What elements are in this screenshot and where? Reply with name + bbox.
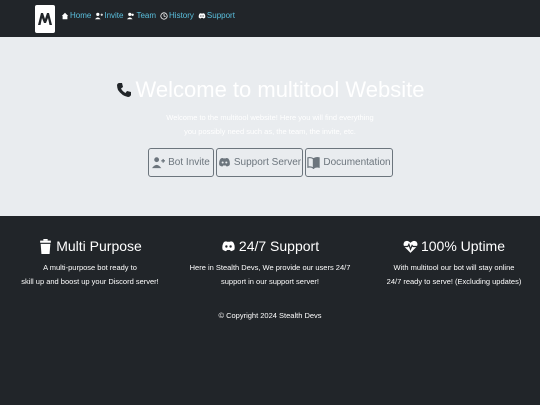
nav-invite[interactable]: Invite (95, 11, 123, 20)
bot-invite-label: Bot Invite (168, 157, 210, 168)
hero-title-text: Welcome to multitool Website (135, 77, 425, 102)
feature-description-line-1: A multi-purpose bot ready to (43, 263, 137, 272)
nav-home[interactable]: Home (61, 11, 91, 20)
nav-team-label: Team (136, 11, 157, 20)
clock-icon (160, 11, 168, 20)
nav-history-label: History (169, 11, 194, 20)
feature-description: A multi-purpose bot ready to skill up an… (0, 261, 180, 289)
nav-links: Home Invite Team History Support (61, 11, 239, 20)
nav-home-label: Home (70, 11, 92, 20)
feature-description-line-2: 24/7 ready to serve! (Excluding updates) (386, 277, 522, 286)
discord-icon (198, 12, 206, 18)
hero-description: Welcome to the multitool website! Here y… (0, 111, 540, 139)
feature-title-text: Multi Purpose (56, 238, 142, 254)
hero-description-line-2: you possibly need such as, the team, the… (184, 127, 356, 136)
trash-icon (40, 238, 52, 254)
feature-description: Here in Stealth Devs, We provide our use… (180, 261, 360, 289)
copyright-text: © Copyright 2024 Stealth Devs (218, 311, 322, 320)
documentation-button[interactable]: Documentation (305, 148, 393, 177)
users-icon (127, 12, 135, 19)
hero-buttons: Bot Invite Support Server Documentation (148, 148, 395, 177)
discord-icon (218, 158, 230, 167)
feature-multi-purpose: Multi Purpose A multi-purpose bot ready … (0, 236, 180, 289)
home-icon (61, 12, 69, 19)
nav-history[interactable]: History (160, 11, 194, 20)
book-icon (307, 156, 321, 169)
bot-invite-button[interactable]: Bot Invite (148, 148, 214, 177)
feature-description-line-2: support in our support server! (221, 277, 319, 286)
site-logo[interactable] (35, 5, 55, 33)
heart-pulse-icon (403, 240, 418, 253)
phone-icon (116, 83, 131, 97)
feature-support: 24/7 Support Here in Stealth Devs, We pr… (180, 236, 360, 289)
feature-title: Multi Purpose (0, 236, 180, 256)
feature-uptime: 100% Uptime With multitool our bot will … (364, 236, 540, 289)
feature-description: With multitool our bot will stay online … (364, 261, 540, 289)
feature-description-line-2: skill up and boost up your Discord serve… (21, 277, 159, 286)
support-server-button[interactable]: Support Server (216, 148, 303, 177)
nav-support[interactable]: Support (198, 11, 235, 20)
documentation-label: Documentation (323, 157, 391, 168)
discord-icon (222, 240, 235, 251)
navbar: Home Invite Team History Support (0, 0, 540, 37)
support-server-label: Support Server (233, 157, 302, 168)
feature-description-line-1: Here in Stealth Devs, We provide our use… (189, 263, 351, 272)
hero-description-line-1: Welcome to the multitool website! Here y… (166, 113, 374, 122)
nav-team[interactable]: Team (127, 11, 156, 20)
nav-support-label: Support (206, 11, 235, 20)
feature-title-text: 24/7 Support (238, 238, 320, 254)
user-plus-icon (95, 12, 104, 19)
user-plus-icon (152, 157, 166, 169)
feature-description-line-1: With multitool our bot will stay online (393, 263, 515, 272)
feature-title: 24/7 Support (180, 236, 360, 256)
hero-title: Welcome to multitool Website (0, 77, 540, 103)
feature-title-text: 100% Uptime (420, 238, 506, 254)
feature-title: 100% Uptime (364, 236, 540, 256)
nav-invite-label: Invite (104, 11, 124, 20)
logo-mark-icon (38, 13, 52, 25)
